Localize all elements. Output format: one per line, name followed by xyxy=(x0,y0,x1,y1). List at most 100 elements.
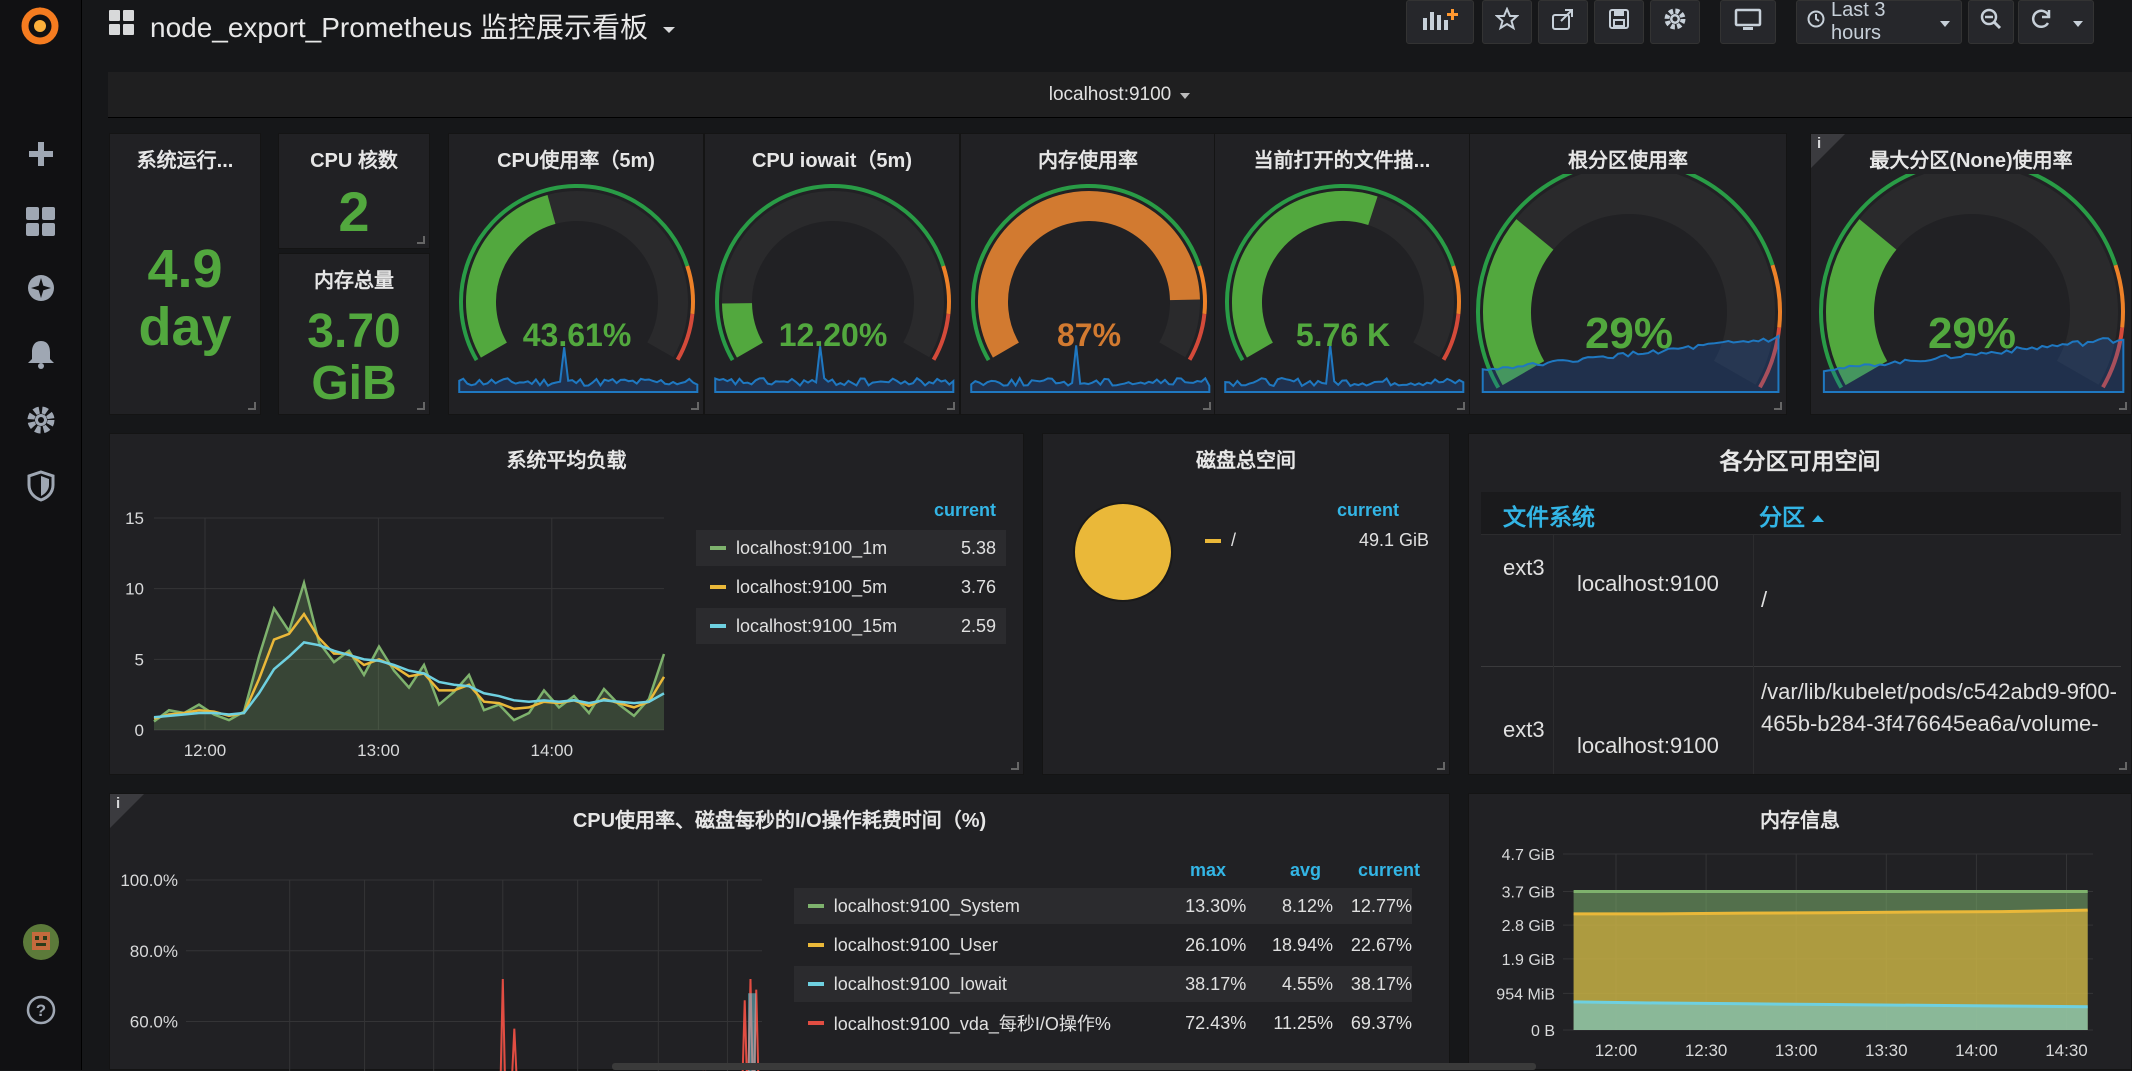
memory-chart[interactable]: 0 B 954 MiB 1.9 GiB 2.8 GiB 3.7 GiB 4.7 GiB 12… xyxy=(1469,834,2132,1071)
instance-variable-selector[interactable]: localhost:9100 xyxy=(108,72,2132,118)
gear-icon[interactable] xyxy=(21,400,61,440)
legend-max-value: 72.43% xyxy=(1185,1012,1247,1033)
legend-current-value: 49.1 GiB xyxy=(1358,530,1429,550)
legend-swatch xyxy=(710,624,726,628)
gauge-panel[interactable]: 当前打开的文件描... 5.76 K xyxy=(1214,133,1470,415)
legend-series-name: localhost:9100_5m xyxy=(736,576,888,597)
legend-item[interactable]: / 49.1 GiB xyxy=(1205,530,1437,551)
gauge-chart: 43.61% xyxy=(458,184,699,393)
resize-handle[interactable] xyxy=(1437,762,1445,770)
chevron-down-icon xyxy=(1939,11,1951,34)
gauge-chart: 5.76 K xyxy=(1224,184,1465,393)
series-area xyxy=(154,583,664,730)
y-tick-label: 10 xyxy=(125,580,144,599)
resize-handle[interactable] xyxy=(417,402,425,410)
y-tick-label: 80.0% xyxy=(130,942,178,961)
panel-title: 内存总量 xyxy=(314,270,394,292)
legend-item[interactable]: localhost:9100_15m 2.59 xyxy=(696,608,1006,644)
share-button[interactable] xyxy=(1538,0,1588,44)
resize-handle[interactable] xyxy=(417,236,425,244)
uptime-panel[interactable]: 系统运行... 4.9 day xyxy=(109,133,261,415)
mem-total-value: 3.70 GiB xyxy=(279,306,429,410)
add-panel-button[interactable] xyxy=(1406,0,1474,44)
legend-item[interactable]: localhost:9100_System 13.30% 8.12% 12.77% xyxy=(794,888,1412,924)
legend-current-value: 2.59 xyxy=(960,615,996,636)
y-tick-label: 2.8 GiB xyxy=(1502,918,1555,935)
zoom-out-button[interactable] xyxy=(1968,0,2014,44)
legend-current-value: 3.76 xyxy=(960,576,996,597)
mem-total-panel[interactable]: 内存总量 3.70 GiB xyxy=(278,253,430,415)
cpu-io-chart[interactable]: 40.0%60.0%80.0%100.0% xyxy=(110,844,770,1071)
gauge-chart: 12.20% xyxy=(714,184,955,393)
chevron-down-icon xyxy=(1179,84,1191,106)
sparkline xyxy=(714,346,955,393)
table-cell-host: localhost:9100 xyxy=(1577,571,1719,596)
legend-swatch xyxy=(710,546,726,550)
legend-swatch xyxy=(1205,538,1221,543)
table-cell-fs: ext3 xyxy=(1503,555,1545,580)
legend-current-value: 5.38 xyxy=(960,537,996,558)
resize-handle[interactable] xyxy=(2119,762,2127,770)
sort-asc-icon xyxy=(1811,502,1825,529)
gauge-value: 29% xyxy=(1585,309,1673,358)
gauge-panel[interactable]: 内存使用率 87% xyxy=(960,133,1216,415)
y-tick-label: 954 MiB xyxy=(1496,986,1555,1003)
settings-button[interactable] xyxy=(1650,0,1700,44)
resize-handle[interactable] xyxy=(248,402,256,410)
table-cell-fs: ext3 xyxy=(1503,717,1545,742)
gauge-value: 43.61% xyxy=(523,317,632,353)
disk-pie-chart[interactable] xyxy=(1071,500,1175,604)
uptime-value: 4.9 day xyxy=(110,240,260,357)
gauge-panel[interactable]: 根分区使用率 29% xyxy=(1469,133,1787,415)
legend-item[interactable]: localhost:9100_1m 5.38 xyxy=(696,530,1006,566)
time-picker-button[interactable]: Last 3 hours xyxy=(1796,0,1962,44)
grafana-logo[interactable] xyxy=(18,4,62,48)
refresh-button[interactable] xyxy=(2018,0,2094,44)
legend-max-value: 26.10% xyxy=(1185,934,1247,955)
cpu-io-panel[interactable]: i CPU使用率、磁盘每秒的I/O操作耗费时间（%) 40.0%60.0%80.… xyxy=(109,793,1450,1071)
legend-series-name: localhost:9100_1m xyxy=(736,537,888,558)
disk-panel[interactable]: 磁盘总空间 current / 49.1 GiB xyxy=(1042,433,1450,775)
help-icon[interactable]: ? xyxy=(21,990,61,1030)
x-tick-label: 12:00 xyxy=(184,741,227,760)
horizontal-scrollbar[interactable] xyxy=(612,1063,1536,1070)
star-button[interactable] xyxy=(1482,0,1532,44)
dashboards-icon[interactable] xyxy=(21,202,61,242)
gauge-panel[interactable]: CPU使用率（5m) 43.61% xyxy=(448,133,704,415)
shield-icon[interactable] xyxy=(21,466,61,506)
gauge-panel[interactable]: CPU iowait（5m) 12.20% xyxy=(704,133,960,415)
partition-panel[interactable]: 各分区可用空间 文件系统 分区 ext3 localhost:9100 / ex… xyxy=(1468,433,2132,775)
bell-icon[interactable] xyxy=(21,334,61,374)
legend-item[interactable]: localhost:9100_vda_每秒I/O操作% 72.43% 11.25% 6… xyxy=(794,1005,1412,1041)
legend-item[interactable]: localhost:9100_User 26.10% 18.94% 22.67% xyxy=(794,927,1412,963)
load-chart[interactable]: 0 5 10 15 12:00 13:00 14:00 xyxy=(110,484,690,774)
sparkline xyxy=(458,347,699,393)
plus-icon[interactable] xyxy=(21,134,61,174)
save-button[interactable] xyxy=(1594,0,1644,44)
gauge-threshold-orange xyxy=(685,265,695,315)
panel-title: 各分区可用空间 xyxy=(1719,448,1881,474)
panel-title: 系统平均负载 xyxy=(506,450,627,472)
memory-panel[interactable]: 内存信息 0 B 954 MiB 1.9 GiB 2.8 GiB 3.7 GiB 4.7 … xyxy=(1468,793,2132,1070)
gauge-panel[interactable]: i 最大分区(None)使用率 29% xyxy=(1810,133,2132,415)
y-tick-label: 3.7 GiB xyxy=(1502,884,1555,901)
pie-slice-root[interactable] xyxy=(1073,502,1173,602)
dashboard-title[interactable]: node_export_Prometheus 监控展示看板 xyxy=(108,6,676,46)
gauge-chart: 29% xyxy=(1819,174,2125,393)
legend-item[interactable]: localhost:9100_Iowait 38.17% 4.55% 38.17% xyxy=(794,966,1412,1002)
gauge-chart: 87% xyxy=(970,184,1211,393)
avatar[interactable] xyxy=(21,922,61,962)
panel-title: 最大分区(None)使用率 xyxy=(1869,150,2073,172)
legend-header-avg: avg xyxy=(1290,860,1322,880)
column-header-part[interactable]: 分区 xyxy=(1759,498,1825,532)
cpu-cores-panel[interactable]: CPU 核数 2 xyxy=(278,133,430,249)
resize-handle[interactable] xyxy=(1011,762,1019,770)
clock-icon xyxy=(1807,10,1825,34)
svg-text:?: ? xyxy=(36,1001,46,1020)
column-header-fs[interactable]: 文件系统 xyxy=(1503,498,1595,532)
load-panel[interactable]: 系统平均负载 0 5 10 15 12:00 13:00 14:00 current loc… xyxy=(109,433,1024,775)
explore-icon[interactable] xyxy=(21,268,61,308)
gauge-value: 5.76 K xyxy=(1296,317,1390,353)
tv-mode-button[interactable] xyxy=(1720,0,1776,44)
legend-item[interactable]: localhost:9100_5m 3.76 xyxy=(696,569,1006,605)
